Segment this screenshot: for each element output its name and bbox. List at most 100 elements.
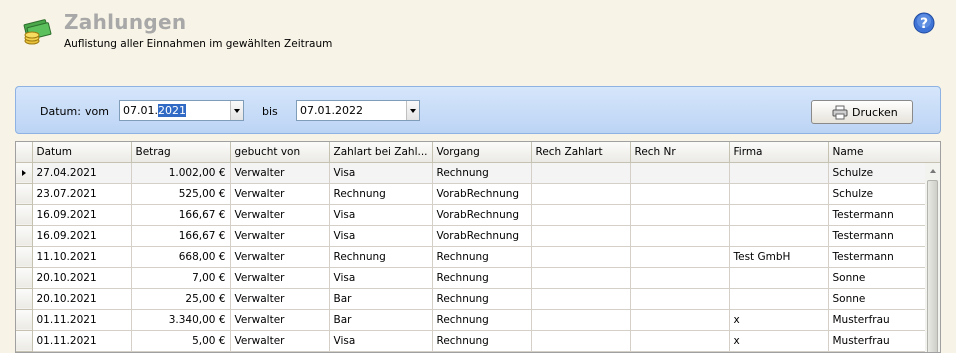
- cell-name[interactable]: Testermann: [828, 204, 928, 226]
- cell-name[interactable]: Schulze: [828, 183, 928, 205]
- cell-booked-by[interactable]: Verwalter: [230, 267, 330, 289]
- cell-company[interactable]: [729, 267, 829, 289]
- cell-booked-by[interactable]: Verwalter: [230, 309, 330, 331]
- cell-booked-by[interactable]: Verwalter: [230, 225, 330, 247]
- cell-invoice-number[interactable]: [630, 162, 730, 184]
- cell-name[interactable]: Testermann: [828, 246, 928, 268]
- to-date-field[interactable]: 07.01.2022: [296, 100, 420, 121]
- table-row[interactable]: 11.10.2021 668,00 € Verwalter Rechnung Rechn…: [16, 246, 928, 268]
- column-header-amount[interactable]: Betrag: [131, 142, 231, 163]
- help-icon[interactable]: ?: [913, 12, 935, 34]
- row-indicator[interactable]: [16, 330, 33, 352]
- cell-invoice-number[interactable]: [630, 267, 730, 289]
- cell-date[interactable]: 01.11.2021: [32, 309, 132, 331]
- cell-date[interactable]: 11.10.2021: [32, 246, 132, 268]
- table-row[interactable]: 23.07.2021 525,00 € Verwalter Rechnung Vorab…: [16, 183, 928, 205]
- cell-date[interactable]: 16.09.2021: [32, 204, 132, 226]
- row-indicator[interactable]: [16, 288, 33, 310]
- cell-payment-method[interactable]: Visa: [329, 225, 433, 247]
- cell-payment-method[interactable]: Rechnung: [329, 246, 433, 268]
- cell-company[interactable]: [729, 288, 829, 310]
- cell-date[interactable]: 27.04.2021: [32, 162, 132, 184]
- cell-company[interactable]: [729, 162, 829, 184]
- cell-booked-by[interactable]: Verwalter: [230, 288, 330, 310]
- cell-company[interactable]: [729, 204, 829, 226]
- cell-amount[interactable]: 25,00 €: [131, 288, 231, 310]
- cell-amount[interactable]: 3.340,00 €: [131, 309, 231, 331]
- cell-transaction[interactable]: Rechnung: [432, 246, 532, 268]
- row-indicator[interactable]: [16, 183, 33, 205]
- column-header-date[interactable]: Datum: [32, 142, 132, 163]
- column-header-company[interactable]: Firma: [729, 142, 829, 163]
- cell-payment-method[interactable]: Visa: [329, 162, 433, 184]
- cell-invoice-number[interactable]: [630, 309, 730, 331]
- table-row[interactable]: 27.04.2021 1.002,00 € Verwalter Visa Rechnun…: [16, 162, 928, 184]
- table-row[interactable]: 20.10.2021 7,00 € Verwalter Visa Rechnung Son…: [16, 267, 928, 289]
- cell-amount[interactable]: 7,00 €: [131, 267, 231, 289]
- table-row[interactable]: 20.10.2021 25,00 € Verwalter Bar Rechnung Son…: [16, 288, 928, 310]
- row-indicator[interactable]: [16, 162, 33, 184]
- cell-date[interactable]: 01.11.2021: [32, 330, 132, 352]
- cell-invoice-payment-method[interactable]: [531, 330, 631, 352]
- cell-invoice-payment-method[interactable]: [531, 267, 631, 289]
- row-indicator[interactable]: [16, 204, 33, 226]
- from-date-field[interactable]: 07.01.2021: [119, 100, 244, 121]
- from-date-value[interactable]: 07.01.2021: [123, 104, 186, 117]
- cell-date[interactable]: 20.10.2021: [32, 288, 132, 310]
- cell-invoice-payment-method[interactable]: [531, 246, 631, 268]
- column-header-name[interactable]: Name: [828, 142, 928, 163]
- print-button[interactable]: Drucken: [811, 100, 913, 124]
- cell-payment-method[interactable]: Bar: [329, 309, 433, 331]
- column-header-invoice-number[interactable]: Rech Nr: [630, 142, 730, 163]
- vertical-scrollbar[interactable]: [925, 163, 940, 352]
- cell-amount[interactable]: 525,00 €: [131, 183, 231, 205]
- cell-invoice-number[interactable]: [630, 288, 730, 310]
- column-header-invoice-payment-method[interactable]: Rech Zahlart: [531, 142, 631, 163]
- cell-payment-method[interactable]: Rechnung: [329, 183, 433, 205]
- cell-invoice-payment-method[interactable]: [531, 225, 631, 247]
- cell-payment-method[interactable]: Visa: [329, 267, 433, 289]
- cell-booked-by[interactable]: Verwalter: [230, 162, 330, 184]
- cell-amount[interactable]: 166,67 €: [131, 204, 231, 226]
- cell-transaction[interactable]: Rechnung: [432, 267, 532, 289]
- cell-amount[interactable]: 1.002,00 €: [131, 162, 231, 184]
- cell-invoice-number[interactable]: [630, 225, 730, 247]
- cell-booked-by[interactable]: Verwalter: [230, 183, 330, 205]
- table-row[interactable]: 16.09.2021 166,67 € Verwalter Visa VorabRech…: [16, 204, 928, 226]
- cell-transaction[interactable]: Rechnung: [432, 162, 532, 184]
- cell-booked-by[interactable]: Verwalter: [230, 330, 330, 352]
- cell-name[interactable]: Testermann: [828, 225, 928, 247]
- cell-invoice-payment-method[interactable]: [531, 183, 631, 205]
- cell-transaction[interactable]: VorabRechnung: [432, 225, 532, 247]
- cell-transaction[interactable]: VorabRechnung: [432, 183, 532, 205]
- cell-invoice-number[interactable]: [630, 330, 730, 352]
- cell-transaction[interactable]: Rechnung: [432, 288, 532, 310]
- cell-company[interactable]: x: [729, 330, 829, 352]
- row-indicator[interactable]: [16, 225, 33, 247]
- row-indicator[interactable]: [16, 246, 33, 268]
- cell-name[interactable]: Musterfrau: [828, 330, 928, 352]
- cell-booked-by[interactable]: Verwalter: [230, 204, 330, 226]
- table-row[interactable]: 01.11.2021 5,00 € Verwalter Visa Rechnung x Mu…: [16, 330, 928, 352]
- cell-name[interactable]: Schulze: [828, 162, 928, 184]
- cell-invoice-number[interactable]: [630, 246, 730, 268]
- cell-transaction[interactable]: Rechnung: [432, 309, 532, 331]
- cell-amount[interactable]: 166,67 €: [131, 225, 231, 247]
- cell-payment-method[interactable]: Bar: [329, 288, 433, 310]
- table-row[interactable]: 16.09.2021 166,67 € Verwalter Visa VorabRech…: [16, 225, 928, 247]
- to-date-dropdown-icon[interactable]: [406, 101, 419, 120]
- cell-invoice-number[interactable]: [630, 204, 730, 226]
- cell-invoice-payment-method[interactable]: [531, 162, 631, 184]
- cell-company[interactable]: [729, 183, 829, 205]
- table-row[interactable]: 01.11.2021 3.340,00 € Verwalter Bar Rechnung…: [16, 309, 928, 331]
- cell-amount[interactable]: 5,00 €: [131, 330, 231, 352]
- column-header-transaction[interactable]: Vorgang: [432, 142, 532, 163]
- scroll-up-icon[interactable]: [925, 163, 940, 179]
- column-header-payment-method[interactable]: Zahlart bei Zahl...: [329, 142, 433, 163]
- cell-transaction[interactable]: VorabRechnung: [432, 204, 532, 226]
- cell-invoice-payment-method[interactable]: [531, 204, 631, 226]
- cell-name[interactable]: Sonne: [828, 267, 928, 289]
- cell-transaction[interactable]: Rechnung: [432, 330, 532, 352]
- cell-company[interactable]: Test GmbH: [729, 246, 829, 268]
- to-date-value[interactable]: 07.01.2022: [300, 104, 363, 117]
